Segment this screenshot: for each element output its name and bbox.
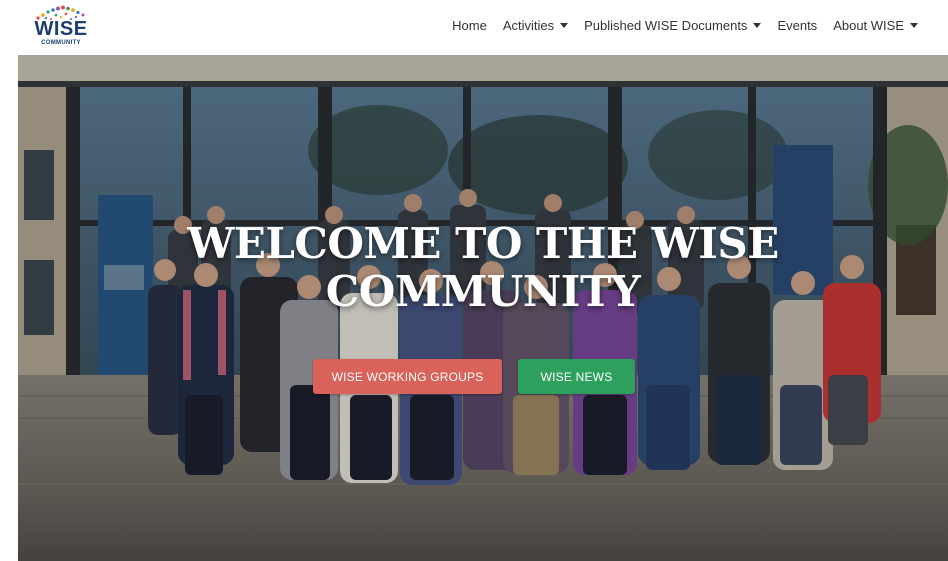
nav-published-documents-label: Published WISE Documents: [584, 17, 748, 33]
nav-activities[interactable]: Activities: [502, 17, 569, 33]
hero-title: WELCOME TO THE WISE COMMUNITY: [18, 220, 948, 316]
hero-title-line1: WELCOME TO THE WISE: [187, 219, 779, 268]
nav-activities-label: Activities: [502, 17, 555, 33]
navbar: WISE COMMUNITY Home Activities Published…: [0, 0, 948, 55]
main-nav: Home Activities Published WISE Documents…: [452, 0, 918, 50]
nav-home[interactable]: Home: [452, 18, 487, 33]
hero-title-line2: COMMUNITY: [325, 267, 641, 316]
logo-subtitle: COMMUNITY: [41, 40, 81, 46]
logo-wordmark: WISE: [34, 18, 88, 40]
nav-events-label: Events: [777, 17, 818, 33]
caret-down-icon: [753, 22, 762, 28]
nav-about-label: About WISE: [833, 17, 904, 33]
hero-section: WELCOME TO THE WISE COMMUNITY WISE WORKI…: [18, 55, 948, 561]
nav-home-label: Home: [452, 17, 487, 33]
wise-community-logo[interactable]: WISE COMMUNITY: [30, 4, 90, 50]
caret-down-icon: [560, 22, 569, 28]
caret-down-icon: [910, 22, 918, 28]
nav-events[interactable]: Events: [777, 18, 817, 33]
wise-working-groups-button[interactable]: WISE WORKING GROUPS: [313, 359, 502, 394]
wise-news-button[interactable]: WISE NEWS: [518, 359, 635, 394]
nav-published-documents[interactable]: Published WISE Documents: [584, 17, 762, 33]
nav-about[interactable]: About WISE: [833, 18, 918, 33]
